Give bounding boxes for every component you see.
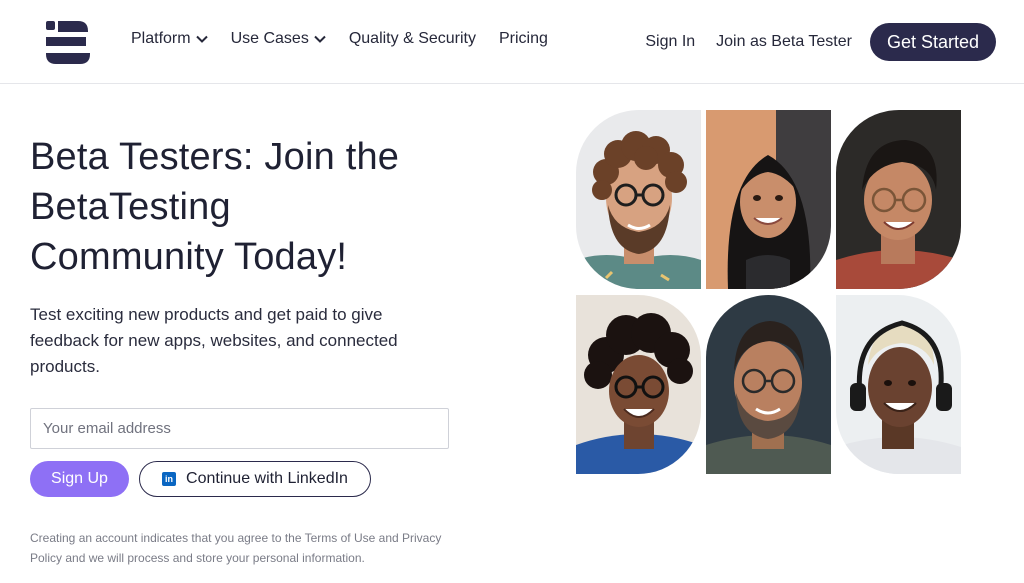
nav-quality-security[interactable]: Quality & Security xyxy=(349,30,476,48)
nav-pricing-label: Pricing xyxy=(498,30,548,47)
tester-photo-6 xyxy=(836,295,961,474)
nav-use-cases-label: Use Cases xyxy=(230,30,309,47)
header-actions: Sign In Join as Beta Tester Get Started xyxy=(645,23,996,61)
chevron-down-icon xyxy=(314,35,326,43)
tester-photo-5 xyxy=(706,295,831,474)
hero-title: Beta Testers: Join the BetaTesting Commu… xyxy=(30,132,490,282)
tester-photo-3 xyxy=(836,110,961,289)
nav-use-cases[interactable]: Use Cases xyxy=(231,30,326,48)
linkedin-icon: in xyxy=(162,472,177,486)
nav-platform[interactable]: Platform xyxy=(131,30,208,48)
tester-photo-4 xyxy=(576,295,701,474)
email-field[interactable] xyxy=(30,408,449,449)
chevron-down-icon xyxy=(195,35,208,43)
continue-with-linkedin-button[interactable]: in Continue with LinkedIn xyxy=(139,461,371,497)
tester-photo-2 xyxy=(706,110,831,289)
hero-title-line-3: Community Today! xyxy=(30,236,348,278)
hero-title-line-1: Beta Testers: Join the xyxy=(30,136,400,178)
site-header: Platform Use Cases Quality & Security Pr… xyxy=(0,0,1024,84)
get-started-button[interactable]: Get Started xyxy=(869,23,996,61)
main-nav: Platform Use Cases Quality & Security Pr… xyxy=(131,30,571,48)
hero-title-line-2: BetaTesting xyxy=(30,186,231,228)
sign-up-button[interactable]: Sign Up xyxy=(30,461,129,497)
linkedin-button-label: Continue with LinkedIn xyxy=(186,470,348,487)
nav-pricing[interactable]: Pricing xyxy=(499,30,548,48)
betatesting-logo-icon[interactable] xyxy=(44,18,92,66)
join-beta-tester-link[interactable]: Join as Beta Tester xyxy=(716,33,852,51)
legal-notice: Creating an account indicates that you a… xyxy=(30,531,442,565)
tester-photo-1 xyxy=(576,110,701,289)
nav-quality-security-label: Quality & Security xyxy=(348,30,476,47)
sign-in-link[interactable]: Sign In xyxy=(645,33,695,51)
nav-platform-label: Platform xyxy=(131,30,191,47)
hero-subtitle: Test exciting new products and get paid … xyxy=(30,305,398,376)
